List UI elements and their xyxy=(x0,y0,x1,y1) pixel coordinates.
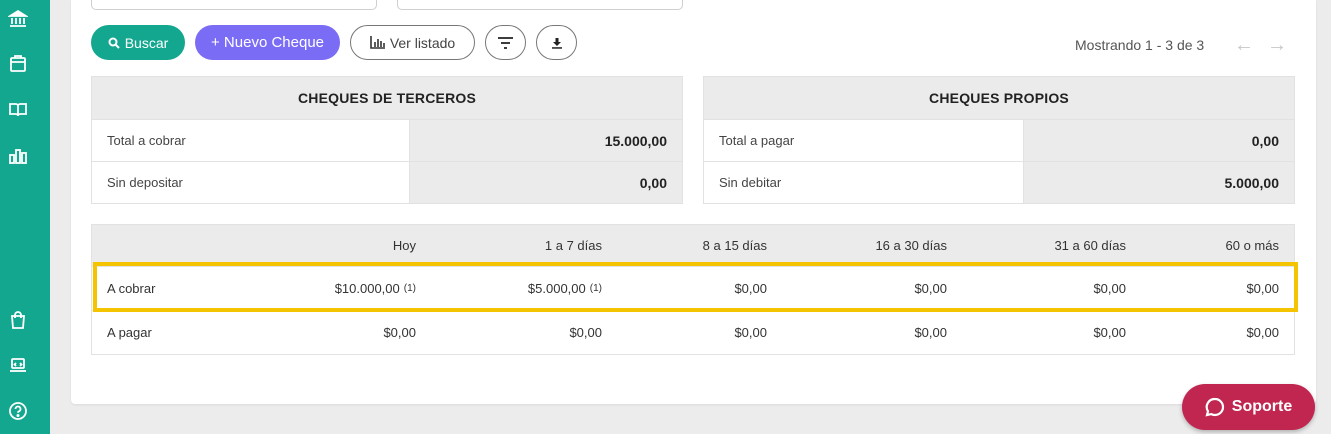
new-check-button-label: + Nuevo Cheque xyxy=(211,34,324,51)
table-row: Total a pagar 0,00 xyxy=(704,119,1294,161)
third-party-checks-title: CHEQUES DE TERCEROS xyxy=(92,77,682,119)
column-header-8-15: 8 a 15 días xyxy=(702,238,767,253)
table-row: Total a cobrar 15.000,00 xyxy=(92,119,682,161)
filter-input-left[interactable] xyxy=(91,0,377,10)
aging-header-row: Hoy 1 a 7 días 8 a 15 días 16 a 30 días … xyxy=(92,225,1294,266)
column-header-60-plus: 60 o más xyxy=(1225,238,1279,253)
cell-1-7: $5.000,00 (1) xyxy=(528,267,602,310)
shopping-bag-icon[interactable] xyxy=(7,309,29,331)
cell-count: (1) xyxy=(589,283,602,294)
chat-bubble-icon xyxy=(1205,397,1224,417)
laptop-icon[interactable] xyxy=(7,354,29,376)
filter-icon xyxy=(498,36,513,49)
table-row: A pagar $0,00 $0,00 $0,00 $0,00 $0,00 $0… xyxy=(92,310,1294,354)
row-value: 0,00 xyxy=(410,162,682,203)
download-icon xyxy=(551,37,562,49)
row-value: 5.000,00 xyxy=(1024,162,1294,203)
cell-value: $5.000,00 xyxy=(527,281,586,296)
third-party-checks-table: CHEQUES DE TERCEROS Total a cobrar 15.00… xyxy=(91,76,683,204)
main-card: Buscar + Nuevo Cheque Ver listado Mostra… xyxy=(71,0,1316,404)
column-header-today: Hoy xyxy=(392,238,416,253)
pagination-text: Mostrando 1 - 3 de 3 xyxy=(1075,37,1205,53)
support-button-label: Soporte xyxy=(1231,398,1293,415)
help-icon[interactable] xyxy=(7,400,29,422)
row-label: Sin depositar xyxy=(92,162,411,203)
column-header-31-60: 31 a 60 días xyxy=(1054,238,1126,253)
register-icon[interactable] xyxy=(7,53,29,75)
bar-chart-icon xyxy=(370,36,385,49)
cell-1-7: $0,00 xyxy=(569,325,602,340)
prev-page-arrow-icon[interactable]: ← xyxy=(1234,35,1254,56)
download-button[interactable] xyxy=(536,25,577,60)
bar-chart-icon[interactable] xyxy=(7,145,29,167)
filter-input-right[interactable] xyxy=(397,0,683,10)
search-button[interactable]: Buscar xyxy=(91,25,185,60)
view-list-button[interactable]: Ver listado xyxy=(350,25,475,60)
row-label: Total a cobrar xyxy=(92,120,411,161)
support-button[interactable]: Soporte xyxy=(1182,384,1315,430)
bank-icon[interactable] xyxy=(7,8,29,30)
book-icon[interactable] xyxy=(7,99,29,121)
cell-31-60: $0,00 xyxy=(1093,281,1126,296)
table-row: Sin depositar 0,00 xyxy=(92,161,682,203)
table-row: A cobrar $10.000,00 (1) $5.000,00 (1) $0,0… xyxy=(92,266,1294,310)
aging-table: Hoy 1 a 7 días 8 a 15 días 16 a 30 días … xyxy=(91,224,1295,355)
search-button-label: Buscar xyxy=(124,34,169,51)
own-checks-title: CHEQUES PROPIOS xyxy=(704,77,1294,119)
table-row: Sin debitar 5.000,00 xyxy=(704,161,1294,203)
view-list-button-label: Ver listado xyxy=(389,34,456,51)
sidebar xyxy=(0,0,50,434)
cell-60-plus: $0,00 xyxy=(1246,325,1279,340)
cell-8-15: $0,00 xyxy=(734,281,767,296)
row-label: Total a pagar xyxy=(704,120,1025,161)
new-check-button[interactable]: + Nuevo Cheque xyxy=(195,25,340,60)
cell-60-plus: $0,00 xyxy=(1246,281,1279,296)
cell-today: $0,00 xyxy=(383,325,416,340)
cell-count: (1) xyxy=(403,283,416,294)
cell-today: $10.000,00 (1) xyxy=(335,267,416,310)
column-header-1-7: 1 a 7 días xyxy=(544,238,602,253)
next-page-arrow-icon[interactable]: → xyxy=(1267,35,1287,56)
row-value: 0,00 xyxy=(1024,120,1294,161)
cell-16-30: $0,00 xyxy=(914,281,947,296)
cell-8-15: $0,00 xyxy=(734,325,767,340)
cell-value: $10.000,00 xyxy=(334,281,400,296)
cell-16-30: $0,00 xyxy=(914,325,947,340)
own-checks-table: CHEQUES PROPIOS Total a pagar 0,00 Sin d… xyxy=(703,76,1295,204)
row-value: 15.000,00 xyxy=(410,120,682,161)
row-label: Sin debitar xyxy=(704,162,1025,203)
row-label: A pagar xyxy=(107,325,152,340)
search-icon xyxy=(108,37,120,49)
filter-button[interactable] xyxy=(485,25,526,60)
row-label: A cobrar xyxy=(107,281,156,296)
column-header-16-30: 16 a 30 días xyxy=(875,238,947,253)
cell-31-60: $0,00 xyxy=(1093,325,1126,340)
